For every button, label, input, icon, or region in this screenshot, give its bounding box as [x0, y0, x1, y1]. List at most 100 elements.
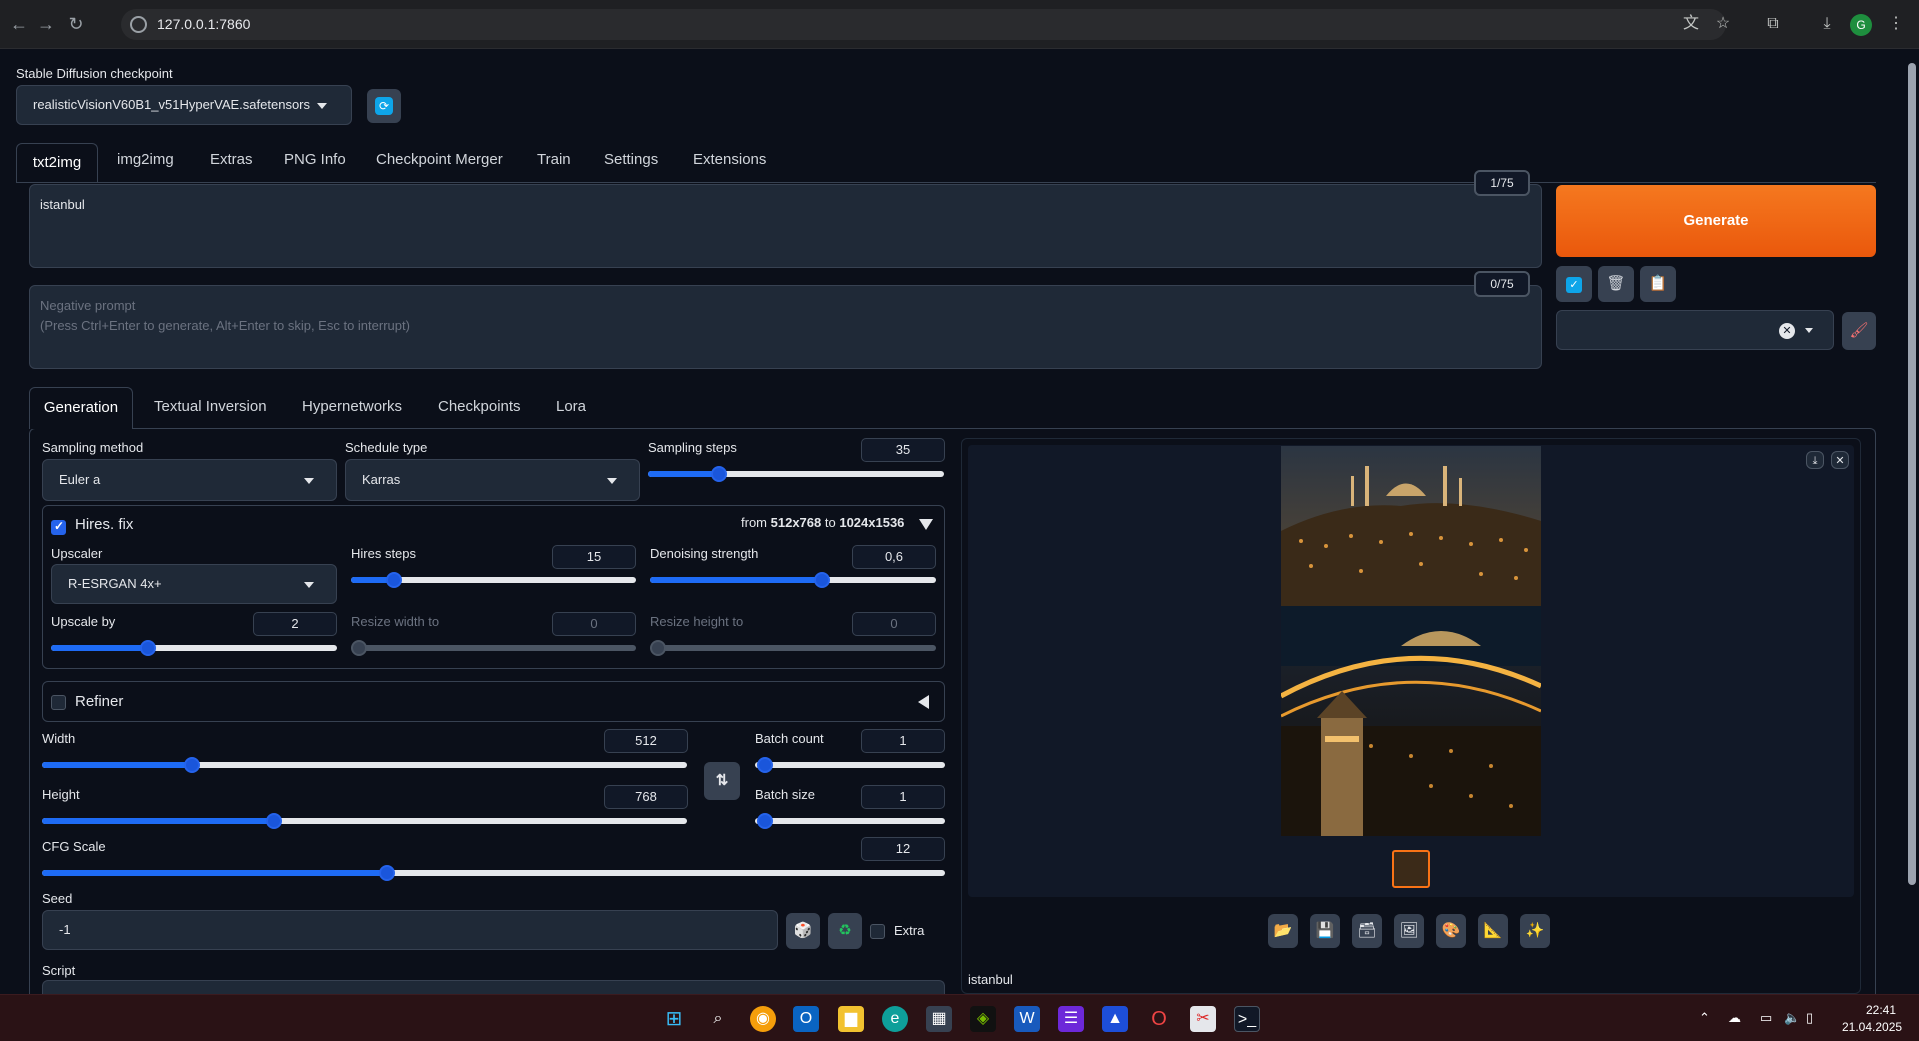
height-slider[interactable]: [42, 813, 687, 829]
denoising-strength-input[interactable]: 0,6: [852, 545, 936, 569]
width-slider[interactable]: [42, 757, 687, 773]
terminal-icon[interactable]: >_: [1234, 1006, 1260, 1032]
slider-thumb[interactable]: [814, 572, 830, 588]
refiner-checkbox[interactable]: [51, 695, 66, 710]
height-input[interactable]: 768: [604, 785, 688, 809]
translate-icon[interactable]: 文: [1679, 12, 1703, 36]
edit-styles-button[interactable]: 🖌: [1842, 312, 1876, 350]
star-icon[interactable]: ☆: [1711, 12, 1735, 36]
page-scrollbar[interactable]: [1905, 49, 1919, 994]
paste-prompt-button[interactable]: 📋: [1640, 266, 1676, 302]
expand-triangle-icon[interactable]: [918, 695, 929, 709]
tab-extras[interactable]: Extras: [210, 151, 253, 168]
resize-height-input[interactable]: 0: [852, 612, 936, 636]
tray-chevron-up-icon[interactable]: ⌃: [1699, 1010, 1710, 1026]
subtab-textual-inversion[interactable]: Textual Inversion: [154, 398, 267, 415]
clear-prompt-button[interactable]: 🗑: [1598, 266, 1634, 302]
save-button[interactable]: 💾: [1310, 914, 1340, 948]
word-icon[interactable]: W: [1014, 1006, 1040, 1032]
forward-icon[interactable]: →: [34, 12, 58, 36]
slider-thumb[interactable]: [711, 466, 727, 482]
tab-txt2img[interactable]: txt2img: [16, 143, 98, 183]
reload-icon[interactable]: ↻: [64, 12, 88, 36]
cfg-scale-input[interactable]: 12: [861, 837, 945, 861]
prompt-textarea[interactable]: istanbul: [29, 184, 1542, 268]
upscale-button[interactable]: ✨: [1520, 914, 1550, 948]
subtab-generation[interactable]: Generation: [29, 387, 133, 429]
sampling-steps-slider[interactable]: [648, 466, 944, 482]
nvidia-icon[interactable]: ◈: [970, 1006, 996, 1032]
cfg-scale-slider[interactable]: [42, 865, 945, 881]
subtab-checkpoints[interactable]: Checkpoints: [438, 398, 521, 415]
extra-seed-checkbox[interactable]: [870, 924, 885, 939]
upscaler-dropdown[interactable]: R-ESRGAN 4x+: [51, 564, 337, 604]
thumbnail-1[interactable]: [1392, 850, 1430, 888]
chrome-icon[interactable]: ◉: [750, 1006, 776, 1032]
profile-avatar[interactable]: G: [1850, 14, 1872, 36]
scrollbar-thumb[interactable]: [1908, 63, 1916, 885]
seed-input[interactable]: -1: [42, 910, 778, 950]
clock-date[interactable]: 21.04.2025: [1842, 1020, 1902, 1034]
show-extra-networks-button[interactable]: ✓: [1556, 266, 1592, 302]
search-icon[interactable]: ⌕: [705, 1006, 731, 1032]
subtab-lora[interactable]: Lora: [556, 398, 586, 415]
denoising-strength-slider[interactable]: [650, 572, 936, 588]
checkpoint-dropdown[interactable]: realisticVisionV60B1_v51HyperVAE.safeten…: [16, 85, 352, 125]
battery-icon[interactable]: ▯: [1806, 1010, 1813, 1026]
subtab-hypernetworks[interactable]: Hypernetworks: [302, 398, 402, 415]
send-to-extras-button[interactable]: 📐: [1478, 914, 1508, 948]
extensions-icon[interactable]: ⧉: [1761, 12, 1785, 36]
slider-thumb[interactable]: [351, 640, 367, 656]
slider-thumb[interactable]: [379, 865, 395, 881]
schedule-type-dropdown[interactable]: Karras: [345, 459, 640, 501]
close-image-icon[interactable]: ✕: [1831, 451, 1849, 469]
width-input[interactable]: 512: [604, 729, 688, 753]
tab-png-info[interactable]: PNG Info: [284, 151, 346, 168]
tab-checkpoint-merger[interactable]: Checkpoint Merger: [376, 151, 503, 168]
tab-settings[interactable]: Settings: [604, 151, 658, 168]
photos-icon[interactable]: ▲: [1102, 1006, 1128, 1032]
tab-img2img[interactable]: img2img: [117, 151, 174, 168]
open-folder-button[interactable]: 📂: [1268, 914, 1298, 948]
clock-time[interactable]: 22:41: [1866, 1003, 1896, 1017]
send-to-img2img-button[interactable]: 🖼: [1394, 914, 1424, 948]
clear-icon[interactable]: ✕: [1779, 323, 1795, 339]
upscale-by-slider[interactable]: [51, 640, 337, 656]
file-explorer-icon[interactable]: ▆: [838, 1006, 864, 1032]
collapse-triangle-icon[interactable]: [919, 519, 933, 530]
download-image-icon[interactable]: ⤓: [1806, 451, 1824, 469]
notes-app-icon[interactable]: ☰: [1058, 1006, 1084, 1032]
onedrive-icon[interactable]: ☁: [1728, 1010, 1741, 1026]
resize-height-slider[interactable]: [650, 640, 936, 656]
slider-thumb[interactable]: [140, 640, 156, 656]
slider-thumb[interactable]: [184, 757, 200, 773]
slider-thumb[interactable]: [757, 813, 773, 829]
hires-steps-slider[interactable]: [351, 572, 636, 588]
slider-thumb[interactable]: [757, 757, 773, 773]
menu-icon[interactable]: ⋮: [1884, 12, 1908, 36]
batch-size-input[interactable]: 1: [861, 785, 945, 809]
sampling-method-dropdown[interactable]: Euler a: [42, 459, 337, 501]
generate-button[interactable]: Generate: [1556, 185, 1876, 257]
batch-count-input[interactable]: 1: [861, 729, 945, 753]
back-icon[interactable]: ←: [7, 12, 31, 36]
edge-icon[interactable]: e: [882, 1006, 908, 1032]
slider-thumb[interactable]: [266, 813, 282, 829]
opera-icon[interactable]: O: [1146, 1006, 1172, 1032]
slider-thumb[interactable]: [650, 640, 666, 656]
slider-thumb[interactable]: [386, 572, 402, 588]
zip-button[interactable]: 🗃: [1352, 914, 1382, 948]
sampling-steps-input[interactable]: 35: [861, 438, 945, 462]
outlook-icon[interactable]: O: [793, 1006, 819, 1032]
reuse-seed-button[interactable]: ♻: [828, 913, 862, 949]
random-seed-button[interactable]: 🎲: [786, 913, 820, 949]
hires-fix-checkbox[interactable]: [51, 519, 66, 535]
batch-size-slider[interactable]: [755, 813, 945, 829]
site-info-icon[interactable]: [130, 16, 147, 33]
styles-dropdown[interactable]: ✕: [1556, 310, 1834, 350]
generated-image[interactable]: [1281, 446, 1541, 836]
resize-width-slider[interactable]: [351, 640, 636, 656]
store-icon[interactable]: ▦: [926, 1006, 952, 1032]
volume-icon[interactable]: 🔈: [1784, 1010, 1800, 1026]
address-bar[interactable]: 127.0.0.1:7860: [121, 9, 1726, 40]
